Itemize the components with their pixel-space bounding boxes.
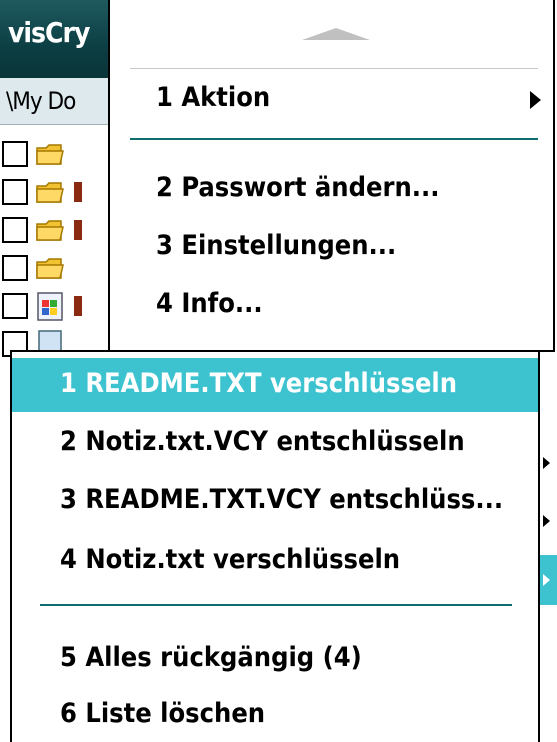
menu-item-label: 3 Einstellungen...	[156, 230, 397, 261]
menu-edge	[540, 352, 557, 742]
path-bar[interactable]: \My Do	[0, 78, 110, 125]
row-checkbox[interactable]	[2, 179, 28, 205]
submenu-item-label: 1 README.TXT verschlüsseln	[60, 368, 458, 399]
file-row[interactable]	[0, 210, 110, 248]
submenu-item-clear-list[interactable]: 6 Liste löschen	[12, 688, 538, 742]
app-title-bar: visCry	[0, 0, 110, 78]
folder-icon	[36, 182, 64, 203]
submenu-item-label: 3 README.TXT.VCY entschlüss...	[60, 484, 504, 515]
folder-icon	[36, 258, 64, 279]
submenu-item-label: 4 Notiz.txt verschlüsseln	[60, 544, 401, 575]
submenu-item-label: 5 Alles rückgängig (4)	[60, 642, 362, 673]
row-checkbox[interactable]	[2, 293, 28, 319]
row-checkbox[interactable]	[2, 255, 28, 281]
folder-icon	[36, 144, 64, 165]
main-menu: 1 Aktion 2 Passwort ändern... 3 Einstell…	[108, 0, 555, 352]
selected-item-edge	[540, 555, 557, 605]
row-name-fragment	[74, 182, 82, 202]
submenu-item-decrypt-notiz[interactable]: 2 Notiz.txt.VCY entschlüsseln	[12, 416, 538, 470]
submenu-item-encrypt-readme[interactable]: 1 README.TXT verschlüsseln	[12, 358, 538, 412]
menu-divider	[130, 138, 538, 140]
row-checkbox[interactable]	[2, 217, 28, 243]
menu-item-einstellungen[interactable]: 3 Einstellungen...	[110, 226, 553, 272]
menu-item-aktion[interactable]: 1 Aktion	[110, 74, 553, 124]
menu-item-label: 2 Passwort ändern...	[156, 172, 440, 203]
submenu-item-encrypt-notiz[interactable]: 4 Notiz.txt verschlüsseln	[12, 534, 538, 588]
action-submenu: 1 README.TXT verschlüsseln 2 Notiz.txt.V…	[10, 350, 540, 742]
row-name-fragment	[74, 220, 82, 240]
scroll-up-icon[interactable]	[302, 28, 370, 40]
edge-arrow-icon	[543, 574, 550, 586]
file-row[interactable]	[0, 248, 110, 286]
file-row[interactable]	[0, 286, 110, 324]
document-icon	[37, 292, 63, 321]
row-name-fragment	[74, 296, 82, 316]
app-title: visCry	[8, 16, 90, 49]
file-row[interactable]	[0, 172, 110, 210]
file-row[interactable]	[0, 134, 110, 172]
edge-arrow-icon	[543, 457, 550, 469]
submenu-item-label: 2 Notiz.txt.VCY entschlüsseln	[60, 426, 465, 457]
submenu-arrow-icon	[530, 91, 541, 109]
menu-top-rule	[130, 68, 538, 69]
edge-arrow-icon	[543, 515, 550, 527]
submenu-item-decrypt-readme[interactable]: 3 README.TXT.VCY entschlüss...	[12, 474, 538, 528]
menu-item-passwort[interactable]: 2 Passwort ändern...	[110, 168, 553, 214]
menu-divider	[40, 604, 512, 606]
menu-item-info[interactable]: 4 Info...	[110, 284, 553, 330]
folder-icon	[36, 220, 64, 241]
path-text: \My Do	[6, 87, 76, 115]
menu-item-label: 4 Info...	[156, 288, 263, 319]
row-checkbox[interactable]	[2, 141, 28, 167]
menu-item-label: 1 Aktion	[156, 82, 271, 113]
submenu-item-undo-all[interactable]: 5 Alles rückgängig (4)	[12, 632, 538, 686]
submenu-item-label: 6 Liste löschen	[60, 698, 266, 729]
